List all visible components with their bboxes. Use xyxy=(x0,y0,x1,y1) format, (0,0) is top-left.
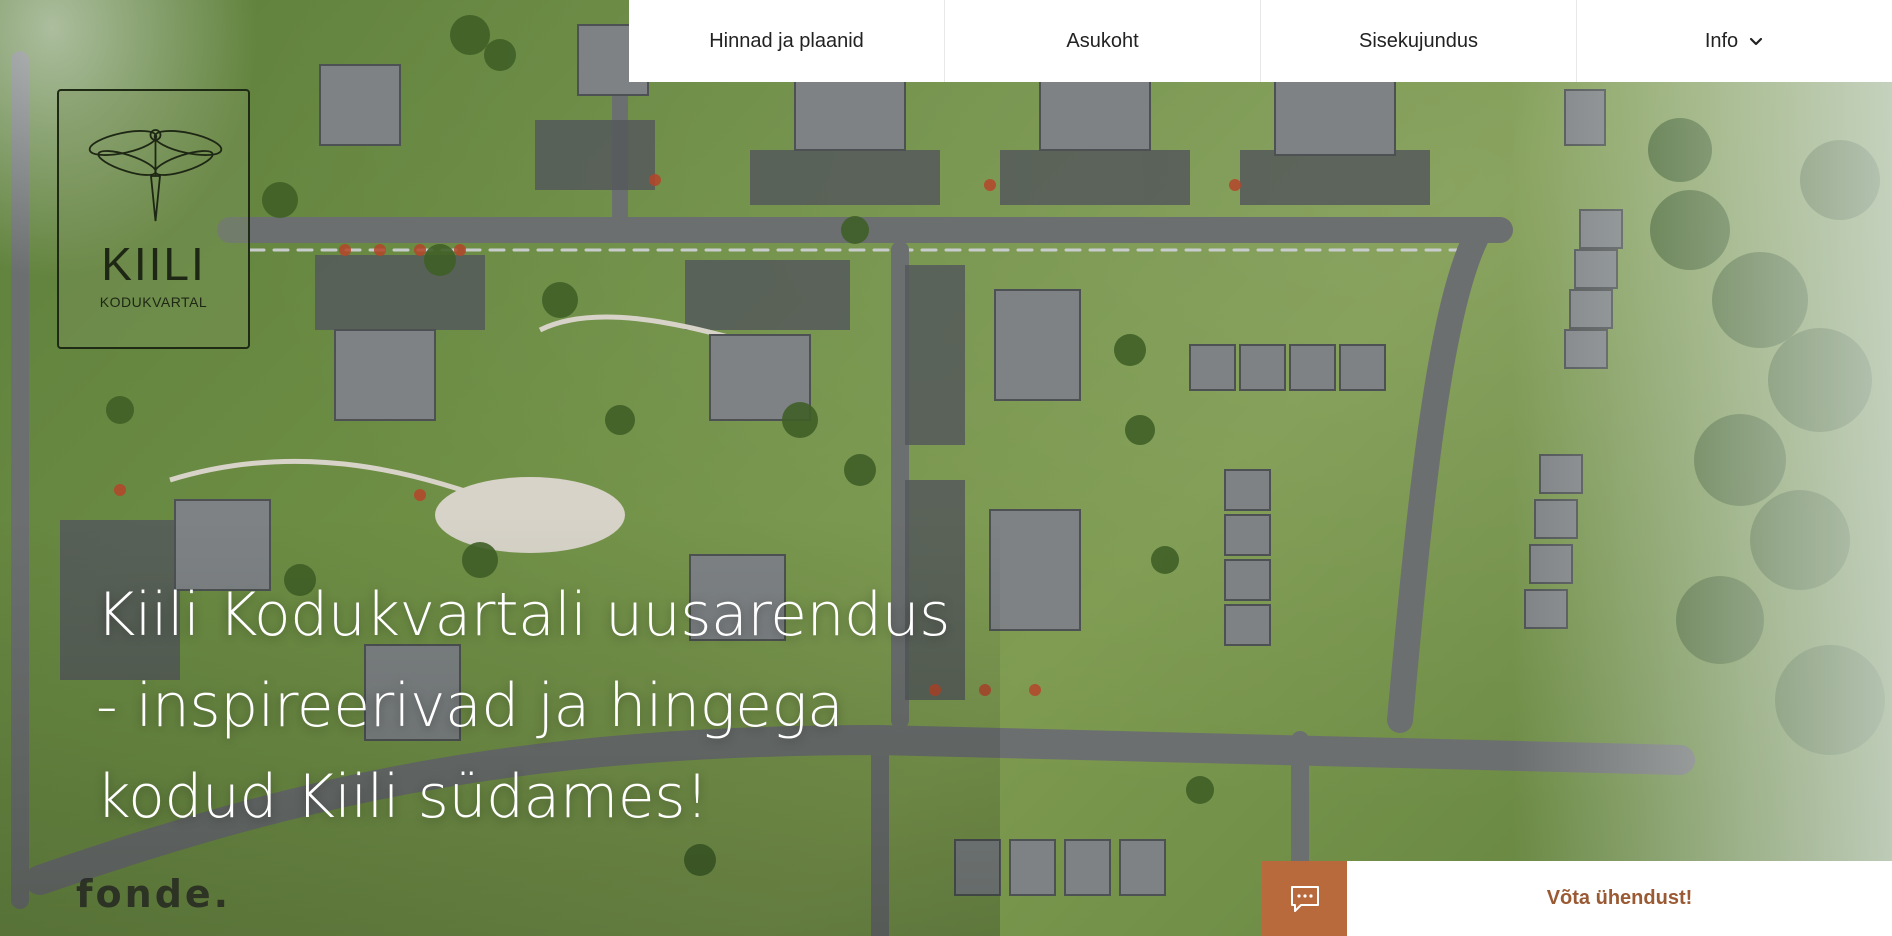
headline-line: - inspireerivad ja hingega xyxy=(96,671,844,741)
headline-line: kodud Kiili südames! xyxy=(96,762,709,832)
headline-line: Kiili Kodukvartali uusarendus xyxy=(96,580,950,650)
nav-item-label: Hinnad ja plaanid xyxy=(709,29,864,52)
hero-headline: Kiili Kodukvartali uusarendus - inspiree… xyxy=(96,570,950,843)
nav-item-prices-plans[interactable]: Hinnad ja plaanid xyxy=(629,0,945,82)
nav-item-interior[interactable]: Sisekujundus xyxy=(1261,0,1577,82)
chat-icon xyxy=(1262,861,1347,936)
nav-item-label: Info xyxy=(1704,29,1739,52)
dragonfly-icon xyxy=(88,129,223,222)
nav-item-label: Sisekujundus xyxy=(1359,29,1478,52)
main-nav: Hinnad ja plaanid Asukoht Sisekujundus I… xyxy=(629,0,1892,82)
logo-wordmark: KIILI xyxy=(101,238,206,290)
contact-label: Võta ühendust! xyxy=(1546,887,1693,909)
kiili-logo[interactable]: KIILI KODUKVARTAL xyxy=(57,89,250,349)
chevron-down-icon xyxy=(1750,37,1763,46)
fog-overlay-right xyxy=(1512,0,1892,936)
nav-item-info[interactable]: Info xyxy=(1577,0,1892,82)
nav-item-label: Asukoht xyxy=(1066,29,1139,52)
logo-subtitle: KODUKVARTAL xyxy=(99,294,208,310)
nav-item-location[interactable]: Asukoht xyxy=(945,0,1261,82)
contact-button[interactable]: Võta ühendust! xyxy=(1262,861,1892,936)
developer-logo[interactable]: fonde. xyxy=(76,872,231,916)
